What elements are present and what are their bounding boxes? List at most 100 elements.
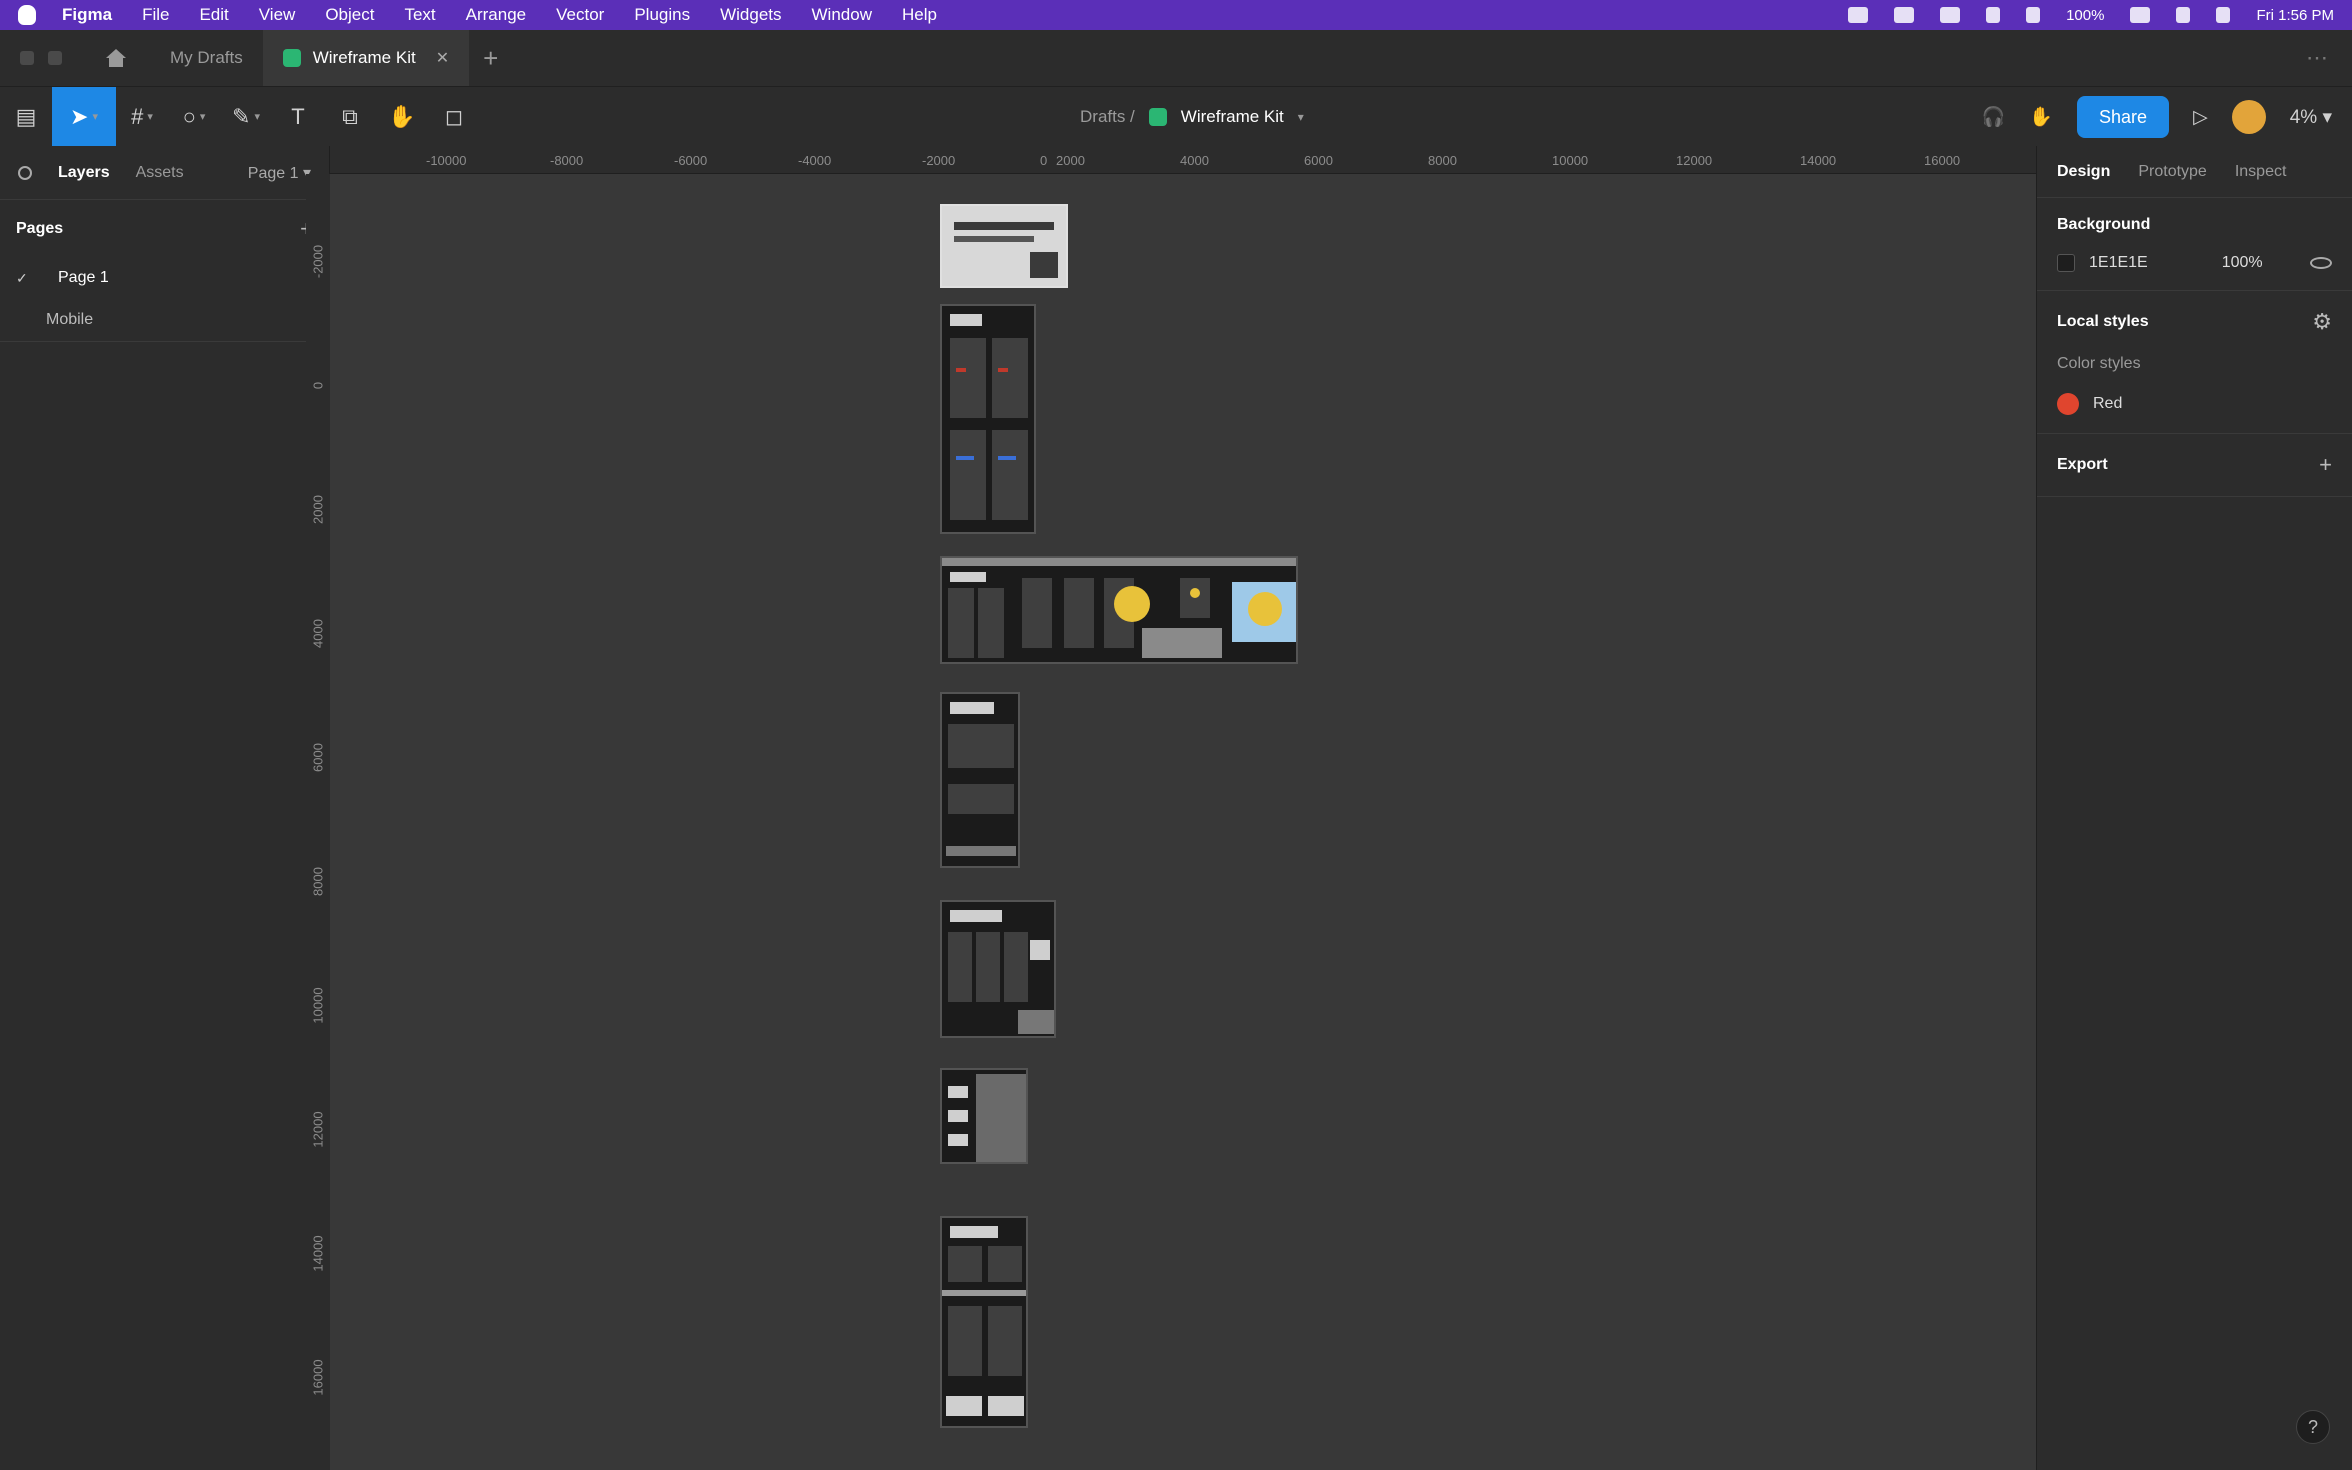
tab-design[interactable]: Design xyxy=(2057,163,2110,181)
file-name[interactable]: Wireframe Kit xyxy=(1181,107,1284,127)
file-tab-bar: My Drafts Wireframe Kit ✕ + ⋯ xyxy=(0,30,2352,86)
layer-item[interactable]: Mobile xyxy=(0,298,329,342)
comment-tool[interactable]: ◻ xyxy=(428,87,480,147)
battery-icon[interactable] xyxy=(2130,7,2151,23)
move-tool[interactable]: ➤ ▾ xyxy=(52,86,116,147)
background-row[interactable]: 1E1E1E 100% xyxy=(2057,254,2332,272)
canvas-frame[interactable] xyxy=(940,304,1036,534)
help-icon[interactable]: ? xyxy=(2296,1410,2330,1444)
ruler-tick: 0 xyxy=(1040,153,1048,168)
canvas-frame[interactable] xyxy=(940,556,1298,664)
resources-icon[interactable]: ⧉ xyxy=(324,87,376,147)
color-styles-label: Color styles xyxy=(2057,355,2141,372)
ruler-tick: -6000 xyxy=(674,153,708,168)
menu-object[interactable]: Object xyxy=(325,5,374,25)
tab-drafts[interactable]: My Drafts xyxy=(150,30,263,86)
page-item[interactable]: ✓ Page 1 xyxy=(0,258,329,298)
canvas-frame[interactable] xyxy=(940,900,1056,1038)
export-section: Export + xyxy=(2037,434,2352,497)
home-icon[interactable] xyxy=(106,49,126,67)
forward-icon[interactable] xyxy=(48,51,62,65)
text-tool[interactable]: T xyxy=(272,87,324,147)
canvas[interactable] xyxy=(330,174,2036,1470)
menu-figma[interactable]: Figma xyxy=(62,5,112,25)
tab-assets[interactable]: Assets xyxy=(136,164,184,182)
tab-prototype[interactable]: Prototype xyxy=(2138,163,2206,181)
more-icon[interactable]: ⋯ xyxy=(2306,45,2330,71)
menu-text[interactable]: Text xyxy=(404,5,435,25)
breadcrumb[interactable]: Drafts / xyxy=(1080,107,1135,127)
frame-block xyxy=(948,1110,968,1122)
ruler-tick: 12000 xyxy=(310,1111,326,1148)
canvas-frame[interactable] xyxy=(940,204,1068,288)
play-icon[interactable]: ▷ xyxy=(2193,106,2208,129)
background-hex[interactable]: 1E1E1E xyxy=(2089,254,2148,272)
display-icon[interactable] xyxy=(1986,7,2001,23)
back-icon[interactable] xyxy=(20,51,34,65)
canvas-frame[interactable] xyxy=(940,692,1020,868)
add-export-icon[interactable]: + xyxy=(2319,452,2332,478)
ruler-tick: 10000 xyxy=(1552,153,1589,168)
tab-inspect[interactable]: Inspect xyxy=(2235,163,2287,181)
search-icon[interactable] xyxy=(18,165,32,180)
menu-plugins[interactable]: Plugins xyxy=(634,5,690,25)
frame-block xyxy=(948,1246,982,1282)
local-styles-section: Local styles ⚙ Color styles Red xyxy=(2037,291,2352,434)
menu-view[interactable]: View xyxy=(259,5,296,25)
check-icon: ✓ xyxy=(16,269,28,286)
app-status-icon[interactable] xyxy=(1894,7,1915,23)
hand-tool[interactable]: ✋ xyxy=(376,87,428,147)
clock[interactable]: Fri 1:56 PM xyxy=(2256,7,2334,24)
pages-title: Pages xyxy=(16,220,64,237)
frame-tool[interactable]: # ▾ xyxy=(116,87,168,147)
ruler-tick: 14000 xyxy=(1800,153,1837,168)
tab-layers[interactable]: Layers xyxy=(58,164,110,182)
headphones-icon[interactable]: 🎧 xyxy=(1982,105,2006,129)
frame-block xyxy=(988,1306,1022,1376)
chevron-down-icon[interactable]: ▾ xyxy=(1298,110,1304,124)
search-icon[interactable] xyxy=(2176,7,2191,23)
zoom-dropdown[interactable]: 4% ▾ xyxy=(2290,106,2332,129)
menu-edit[interactable]: Edit xyxy=(199,5,228,25)
background-title: Background xyxy=(2057,216,2332,234)
new-tab-icon[interactable]: + xyxy=(483,43,498,74)
control-center-icon[interactable] xyxy=(2216,7,2231,23)
ruler-tick: 8000 xyxy=(310,867,326,896)
frame-block xyxy=(988,1246,1022,1282)
page-selector[interactable]: Page 1 ▾ xyxy=(248,163,311,183)
main-menu-icon[interactable]: ▤ xyxy=(0,87,52,147)
shape-tool[interactable]: ○ ▾ xyxy=(168,87,220,147)
file-title[interactable]: Drafts / Wireframe Kit ▾ xyxy=(1080,87,1304,147)
settings-icon[interactable]: ⚙ xyxy=(2312,309,2332,335)
ruler-tick: -4000 xyxy=(798,153,832,168)
close-icon[interactable]: ✕ xyxy=(436,48,449,68)
background-title-label: Background xyxy=(2057,216,2151,233)
background-opacity[interactable]: 100% xyxy=(2222,254,2263,272)
pen-icon[interactable] xyxy=(1848,7,1869,23)
pen-tool[interactable]: ✎ ▾ xyxy=(220,87,272,147)
share-button[interactable]: Share xyxy=(2077,96,2170,138)
ruler-tick: 0 xyxy=(310,381,326,390)
battery-label: 100% xyxy=(2066,6,2105,24)
eye-icon[interactable] xyxy=(2310,257,2332,269)
cloud-icon[interactable] xyxy=(1940,7,1961,23)
ruler-tick: 4000 xyxy=(1180,153,1209,168)
ruler-tick: 10000 xyxy=(310,987,326,1024)
background-section: Background 1E1E1E 100% xyxy=(2037,198,2352,291)
color-style-item[interactable]: Red xyxy=(2057,393,2332,415)
tab-wireframe-kit[interactable]: Wireframe Kit ✕ xyxy=(262,30,470,86)
avatar[interactable] xyxy=(2231,100,2266,134)
background-swatch[interactable] xyxy=(2057,254,2075,272)
menu-window[interactable]: Window xyxy=(812,5,872,25)
frame-block xyxy=(1030,252,1058,278)
wifi-icon[interactable] xyxy=(2026,7,2041,23)
menu-help[interactable]: Help xyxy=(902,5,937,25)
menu-widgets[interactable]: Widgets xyxy=(720,5,781,25)
apple-icon[interactable] xyxy=(18,5,36,25)
menu-file[interactable]: File xyxy=(142,5,169,25)
menu-arrange[interactable]: Arrange xyxy=(466,5,526,25)
canvas-frame[interactable] xyxy=(940,1216,1028,1428)
menu-vector[interactable]: Vector xyxy=(556,5,604,25)
canvas-frame[interactable] xyxy=(940,1068,1028,1164)
multiplayer-icon[interactable]: ✋ xyxy=(2029,105,2053,129)
